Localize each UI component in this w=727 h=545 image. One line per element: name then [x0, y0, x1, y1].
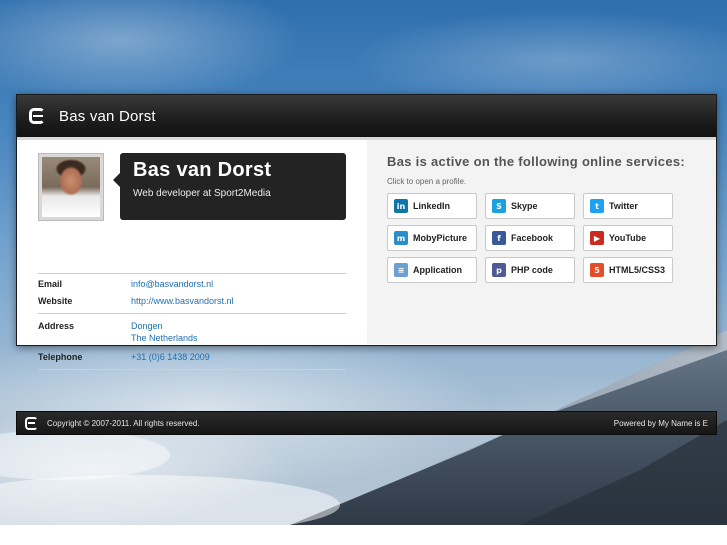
name-bubble: Bas van Dorst Web developer at Sport2Med… [113, 153, 346, 220]
service-label: YouTube [609, 233, 647, 243]
divider [38, 369, 346, 370]
footer-bar: Copyright © 2007-2011. All rights reserv… [16, 411, 717, 435]
html5-icon: 5 [590, 263, 604, 277]
profile-name: Bas van Dorst [133, 159, 272, 181]
e-logo-icon [29, 108, 45, 124]
service-button-facebook[interactable]: f Facebook [485, 225, 575, 251]
email-link[interactable]: info@basvandorst.nl [131, 278, 213, 290]
address-value[interactable]: Dongen The Netherlands [131, 320, 198, 344]
mobypicture-icon: m [394, 231, 408, 245]
card-header: Bas van Dorst [17, 95, 716, 140]
service-button-twitter[interactable]: t Twitter [583, 193, 673, 219]
service-button-php-code[interactable]: p PHP code [485, 257, 575, 283]
application-icon: ≡ [394, 263, 408, 277]
services-hint: Click to open a profile. [387, 177, 467, 186]
website-row: Website http://www.basvandorst.nl [38, 295, 346, 307]
facebook-icon: f [492, 231, 506, 245]
address-row: Address Dongen The Netherlands [38, 320, 346, 344]
email-row: Email info@basvandorst.nl [38, 278, 346, 290]
e-logo-icon [25, 416, 38, 430]
profile-panel: Bas van Dorst Web developer at Sport2Med… [17, 140, 367, 370]
header-title: Bas van Dorst [59, 107, 156, 125]
service-label: Twitter [609, 201, 638, 211]
divider [38, 273, 346, 274]
telephone-row: Telephone +31 (0)6 1438 2009 [38, 351, 346, 363]
address-line-2: The Netherlands [131, 333, 198, 343]
profile-card: Bas van Dorst Bas van Dorst Web develope… [16, 94, 717, 370]
services-title: Bas is active on the following online se… [387, 154, 686, 169]
email-label: Email [38, 279, 63, 289]
profile-subtitle: Web developer at Sport2Media [133, 188, 271, 199]
service-button-application[interactable]: ≡ Application [387, 257, 477, 283]
services-grid: in LinkedIn S Skype t Twitter m MobyPicture f Fac… [387, 193, 716, 283]
website-label: Website [38, 296, 73, 306]
divider [38, 313, 346, 314]
twitter-icon: t [590, 199, 604, 213]
address-line-1: Dongen [131, 321, 163, 331]
footer-copyright: Copyright © 2007-2011. All rights reserv… [47, 418, 200, 428]
contact-details: Email info@basvandorst.nl Website http:/… [38, 273, 346, 374]
service-button-html5-css3[interactable]: 5 HTML5/CSS3 [583, 257, 673, 283]
website-link[interactable]: http://www.basvandorst.nl [131, 295, 234, 307]
address-label: Address [38, 321, 75, 331]
service-button-youtube[interactable]: ▶ YouTube [583, 225, 673, 251]
service-label: PHP code [511, 265, 553, 275]
php-icon: p [492, 263, 506, 277]
linkedin-icon: in [394, 199, 408, 213]
service-button-mobypicture[interactable]: m MobyPicture [387, 225, 477, 251]
service-label: LinkedIn [413, 201, 451, 211]
card-body: Bas van Dorst Web developer at Sport2Med… [17, 140, 716, 370]
telephone-label: Telephone [38, 352, 83, 362]
service-button-skype[interactable]: S Skype [485, 193, 575, 219]
footer-left: Copyright © 2007-2011. All rights reserv… [25, 416, 200, 430]
footer-powered-by[interactable]: Powered by My Name is E [614, 419, 708, 428]
telephone-link[interactable]: +31 (0)6 1438 2009 [131, 351, 210, 363]
skype-icon: S [492, 199, 506, 213]
services-panel: Bas is active on the following online se… [367, 140, 716, 344]
service-button-linkedin[interactable]: in LinkedIn [387, 193, 477, 219]
service-label: Facebook [511, 233, 554, 243]
service-label: MobyPicture [413, 233, 468, 243]
youtube-icon: ▶ [590, 231, 604, 245]
service-label: HTML5/CSS3 [609, 265, 666, 275]
avatar-photo [42, 157, 100, 217]
service-label: Skype [511, 201, 538, 211]
avatar [38, 153, 104, 221]
service-label: Application [413, 265, 462, 275]
